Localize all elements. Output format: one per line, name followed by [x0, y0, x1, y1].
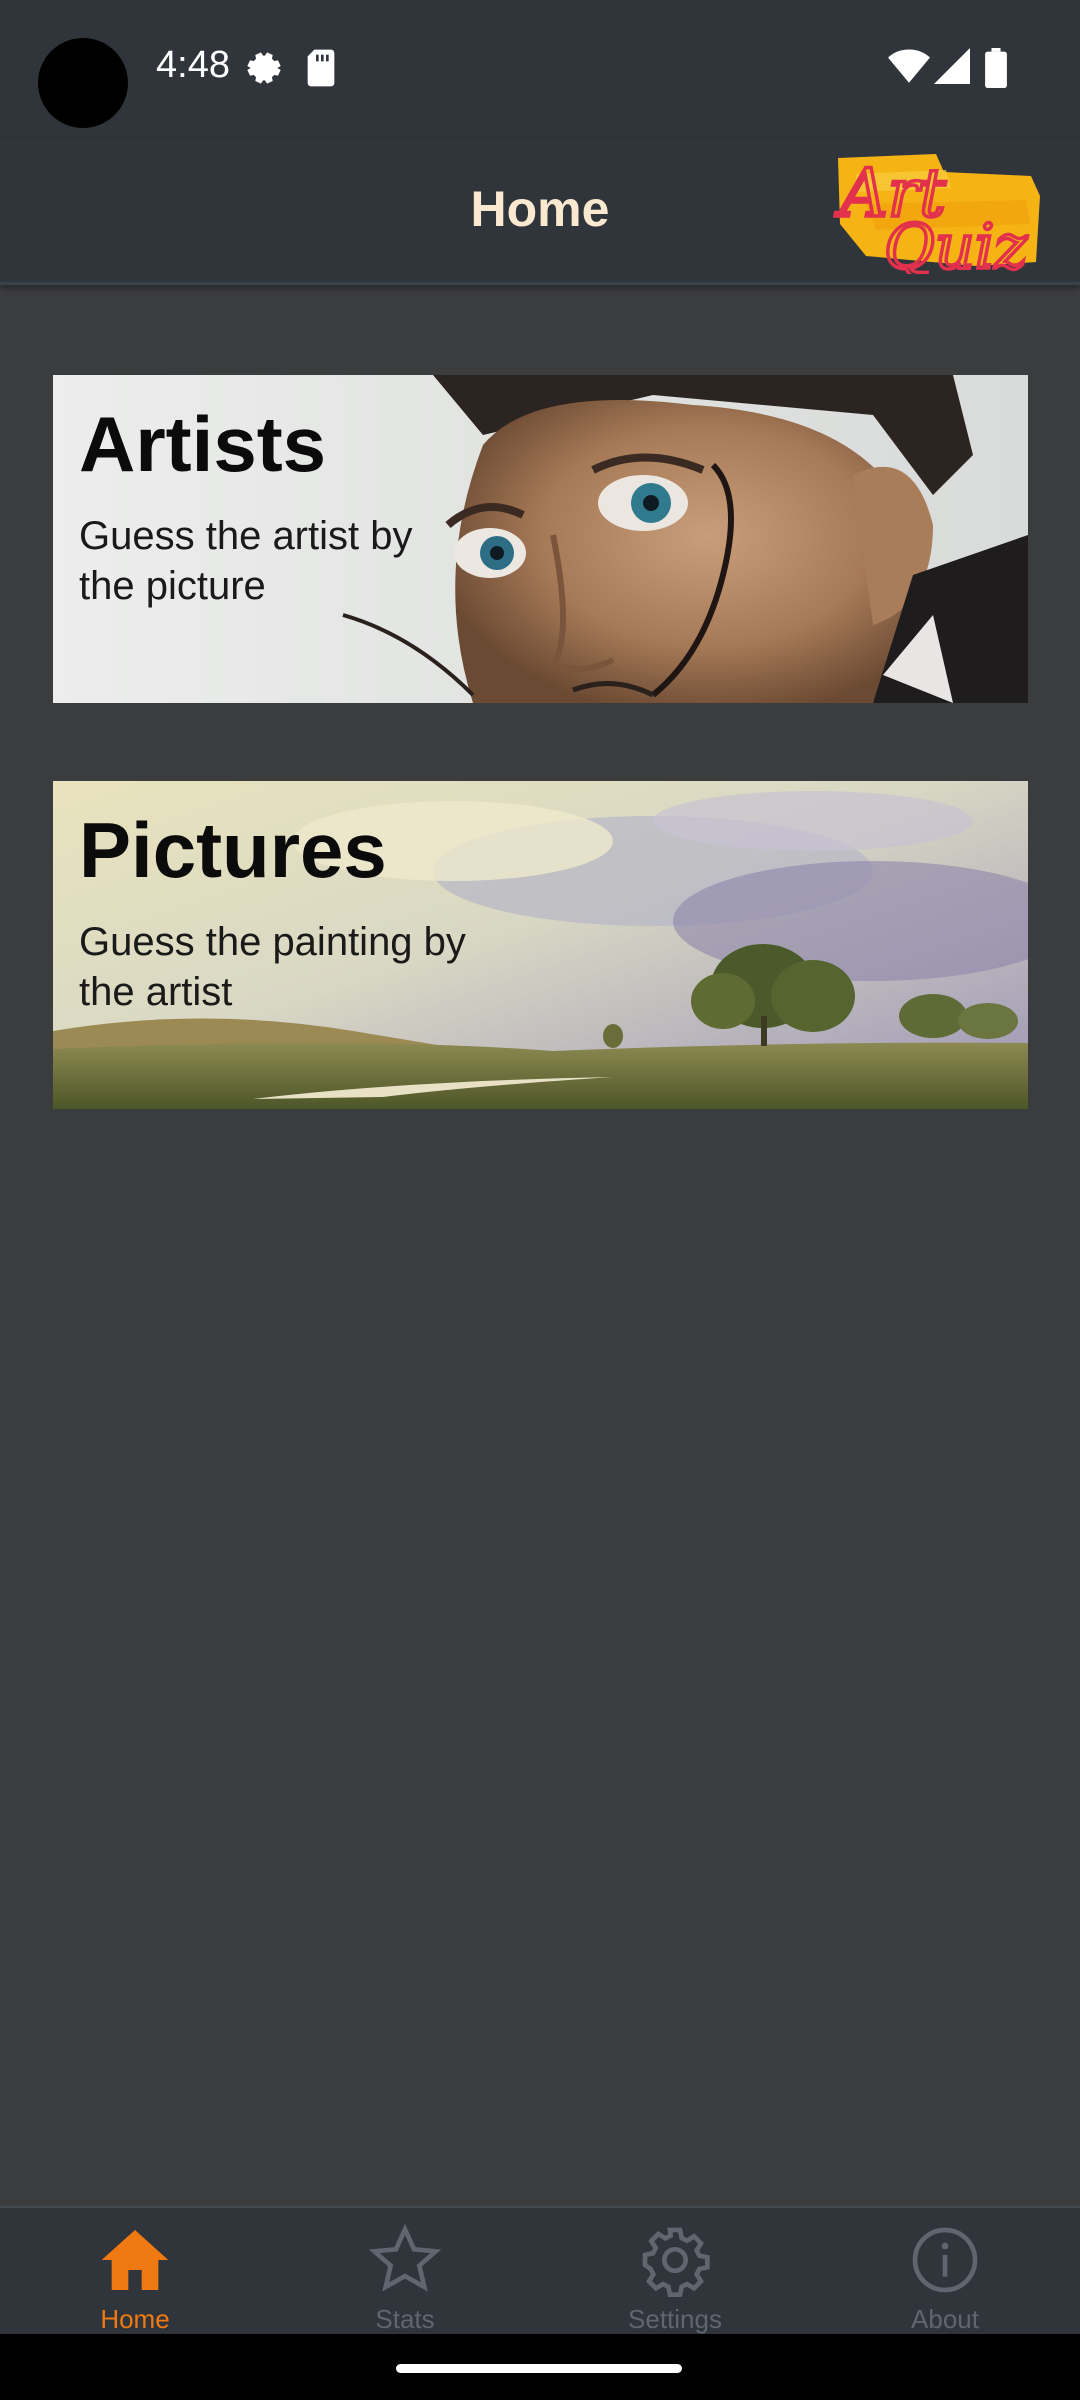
nav-label: About: [911, 2304, 979, 2334]
screen: 4:48 Home Art Quiz Artists Guess the art…: [0, 0, 1080, 2400]
home-icon: [101, 2230, 169, 2290]
wifi-icon: [888, 49, 930, 83]
cell-signal-icon: [934, 48, 970, 84]
card-description: Guess the artist by the picture: [79, 514, 413, 608]
svg-text:Quiz: Quiz: [884, 210, 1028, 274]
nav-label: Stats: [375, 2304, 435, 2334]
nav-item-about[interactable]: About: [810, 2208, 1080, 2336]
bottom-navigation: Home Stats Settings About: [0, 2206, 1080, 2336]
gear-icon: [642, 2227, 710, 2297]
battery-icon: [985, 48, 1007, 88]
nav-item-home[interactable]: Home: [0, 2208, 270, 2336]
star-icon: [368, 2223, 442, 2292]
card-description: Guess the painting by the artist: [79, 920, 466, 1014]
nav-item-settings[interactable]: Settings: [540, 2208, 810, 2336]
card-title: Pictures: [79, 806, 387, 894]
art-quiz-logo: Art Quiz: [832, 153, 1040, 274]
camera-cutout: [38, 38, 128, 128]
nav-label: Settings: [628, 2304, 722, 2334]
card-title: Artists: [79, 400, 327, 488]
sd-card-icon: [307, 49, 335, 87]
gesture-navigation-area: [0, 2334, 1080, 2400]
nav-item-stats[interactable]: Stats: [270, 2208, 540, 2336]
app-bar: Home Art Quiz: [0, 140, 1080, 285]
artists-quiz-card[interactable]: Artists Guess the artist by the picture: [53, 375, 1028, 703]
status-bar: 4:48: [0, 0, 1080, 140]
nav-label: Home: [100, 2304, 170, 2334]
pictures-quiz-card[interactable]: Pictures Guess the painting by the artis…: [53, 781, 1028, 1109]
gesture-handle[interactable]: [396, 2364, 682, 2373]
info-icon: [912, 2227, 978, 2293]
status-time: 4:48: [156, 44, 230, 86]
settings-gear-icon: [247, 52, 281, 84]
